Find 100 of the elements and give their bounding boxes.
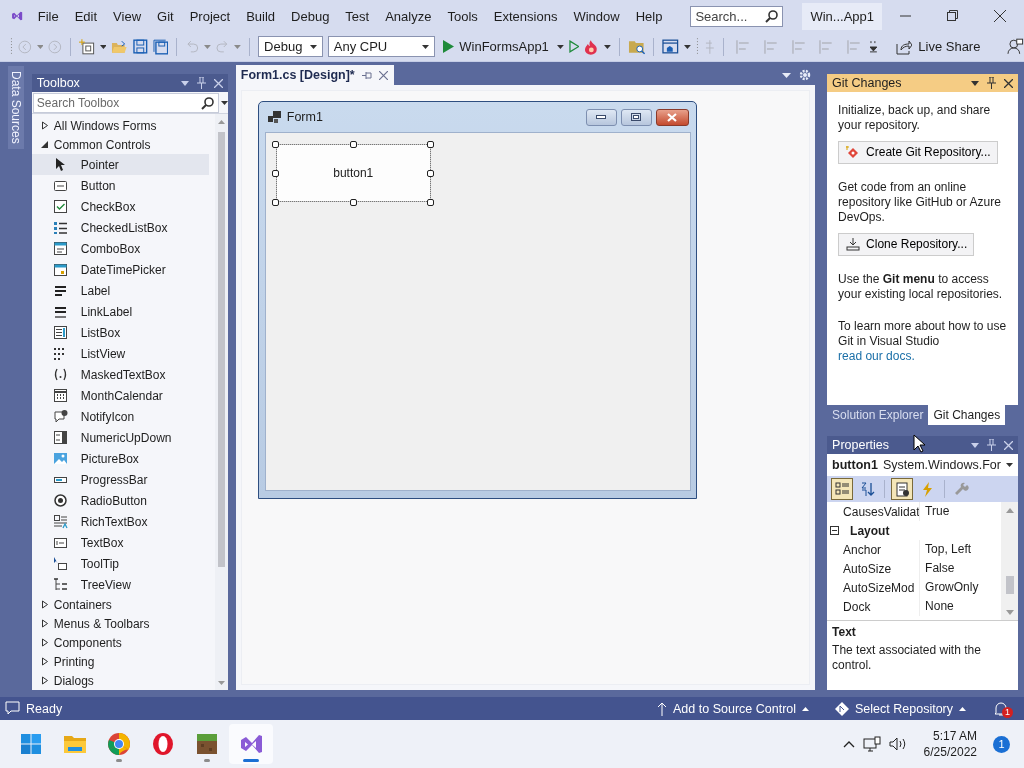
- scroll-up-icon[interactable]: [1006, 508, 1014, 513]
- resize-handle[interactable]: [272, 140, 280, 148]
- create-repository-button[interactable]: Create Git Repository...: [838, 141, 998, 164]
- toolbox-item[interactable]: NumericUpDown: [31, 427, 209, 448]
- caret-icon[interactable]: [309, 44, 317, 49]
- expand-arrow-icon[interactable]: [40, 638, 49, 647]
- overflow-icon[interactable]: [870, 39, 878, 54]
- taskbar-app[interactable]: [229, 724, 273, 764]
- live-share-button[interactable]: Live Share: [892, 36, 985, 57]
- toolbox-item[interactable]: MonthCalendar: [31, 385, 209, 406]
- expand-arrow-icon[interactable]: [40, 140, 49, 149]
- notification-badge[interactable]: 1: [993, 735, 1010, 753]
- menu-item[interactable]: File: [29, 8, 67, 24]
- menu-item[interactable]: Project: [181, 8, 239, 24]
- bell-icon[interactable]: [994, 700, 1008, 716]
- caret-icon[interactable]: [556, 44, 564, 49]
- close-icon[interactable]: [378, 70, 388, 80]
- resize-handle[interactable]: [349, 140, 357, 148]
- new-project-icon[interactable]: [79, 38, 95, 55]
- toolbox-item[interactable]: Button: [31, 175, 209, 196]
- toolbox-item[interactable]: Label: [31, 280, 209, 301]
- pin-icon[interactable]: [987, 77, 996, 89]
- panel-tab[interactable]: Git Changes: [928, 405, 1006, 425]
- toolbox-item[interactable]: TextBox: [31, 532, 209, 553]
- toolbox-item[interactable]: NotifyIcon: [31, 406, 209, 427]
- toolbox-group[interactable]: Components: [31, 633, 215, 652]
- categorized-view-button[interactable]: [831, 478, 854, 500]
- toolbox-group[interactable]: Common Controls: [31, 135, 215, 154]
- toolbox-item[interactable]: ListBox: [31, 322, 209, 343]
- expand-arrow-icon[interactable]: [40, 657, 49, 666]
- menu-item[interactable]: Help: [627, 8, 671, 24]
- panel-tab[interactable]: Solution Explorer: [827, 405, 929, 425]
- settings-icon[interactable]: [799, 69, 812, 81]
- menu-item[interactable]: Build: [238, 8, 284, 24]
- toolbox-item[interactable]: RichTextBox: [31, 511, 209, 532]
- toolbox-item[interactable]: CheckedListBox: [31, 217, 209, 238]
- source-control-button[interactable]: Add to Source Control: [657, 701, 810, 716]
- window-icon[interactable]: [662, 39, 679, 54]
- expand-arrow-icon[interactable]: [40, 600, 49, 609]
- close-icon[interactable]: [994, 10, 1006, 22]
- resize-handle[interactable]: [272, 198, 280, 206]
- properties-view-button[interactable]: [891, 478, 914, 500]
- dropdown-arrow-icon[interactable]: [220, 101, 228, 105]
- pin-icon[interactable]: [361, 70, 372, 80]
- folder-search-icon[interactable]: [627, 38, 646, 55]
- scroll-down-icon[interactable]: [217, 681, 225, 685]
- menu-item[interactable]: Tools: [439, 8, 486, 24]
- toolbox-group[interactable]: Dialogs: [31, 671, 215, 690]
- resize-handle[interactable]: [427, 198, 435, 206]
- menu-item[interactable]: Window: [565, 8, 628, 24]
- scrollbar[interactable]: [1001, 502, 1018, 620]
- save-icon[interactable]: [133, 39, 148, 54]
- collapse-icon[interactable]: [830, 526, 840, 535]
- scrollbar-thumb[interactable]: [217, 132, 225, 567]
- toolbox-group[interactable]: Printing: [31, 652, 215, 671]
- platform-dropdown[interactable]: Any CPU: [327, 36, 436, 57]
- side-tab[interactable]: Data Sources: [8, 66, 24, 149]
- repository-button[interactable]: Select Repository: [835, 701, 966, 716]
- menu-item[interactable]: Extensions: [485, 8, 566, 24]
- search-field[interactable]: Search...: [690, 5, 784, 27]
- start-button[interactable]: WinFormsApp1: [440, 37, 552, 56]
- caret-icon[interactable]: [1006, 463, 1013, 467]
- close-icon[interactable]: [1004, 78, 1013, 88]
- resize-handle[interactable]: [272, 169, 280, 177]
- expand-arrow-icon[interactable]: [40, 619, 49, 628]
- toolbox-item[interactable]: Pointer: [31, 154, 209, 175]
- docs-link[interactable]: read our docs.: [838, 349, 915, 363]
- toolbox-item[interactable]: RadioButton: [31, 490, 209, 511]
- chevron-up-icon[interactable]: [842, 740, 855, 748]
- scrollbar[interactable]: [214, 114, 228, 690]
- toolbox-item[interactable]: ListView: [31, 343, 209, 364]
- toolbox-item[interactable]: ToolTip: [31, 553, 209, 574]
- scroll-down-icon[interactable]: [1006, 610, 1014, 615]
- toolbox-item[interactable]: ComboBox: [31, 238, 209, 259]
- toolbox-item[interactable]: TreeView: [31, 574, 209, 595]
- scrollbar-thumb[interactable]: [1006, 576, 1014, 594]
- document-tab[interactable]: Form1.cs [Design]*: [235, 65, 394, 85]
- caret-icon[interactable]: [99, 44, 107, 49]
- toolbox-group[interactable]: Containers: [31, 595, 215, 614]
- scroll-up-icon[interactable]: [217, 120, 225, 124]
- flame-icon[interactable]: [584, 38, 599, 55]
- toolbox-item[interactable]: CheckBox: [31, 196, 209, 217]
- toolbox-group[interactable]: Menus & Toolbars: [31, 614, 215, 633]
- menu-item[interactable]: Analyze: [377, 8, 440, 24]
- save-all-icon[interactable]: [152, 38, 169, 55]
- property-category[interactable]: Layout: [827, 521, 1001, 540]
- menu-item[interactable]: Git: [149, 8, 182, 24]
- toolbox-item[interactable]: ProgressBar: [31, 469, 209, 490]
- volume-icon[interactable]: [888, 737, 906, 751]
- clone-repository-button[interactable]: Clone Repository...: [838, 233, 975, 256]
- toolbox-item[interactable]: LinkLabel: [31, 301, 209, 322]
- caret-icon[interactable]: [604, 44, 611, 49]
- resize-handle[interactable]: [427, 140, 435, 148]
- caret-icon[interactable]: [683, 44, 691, 49]
- object-selector[interactable]: button1 System.Windows.For: [827, 454, 1018, 476]
- resize-handle[interactable]: [349, 198, 357, 206]
- form-button[interactable]: button1: [275, 144, 431, 202]
- toolbox-group[interactable]: All Windows Forms: [31, 116, 215, 135]
- toolbox-item[interactable]: DateTimePicker: [31, 259, 209, 280]
- network-icon[interactable]: [862, 736, 881, 752]
